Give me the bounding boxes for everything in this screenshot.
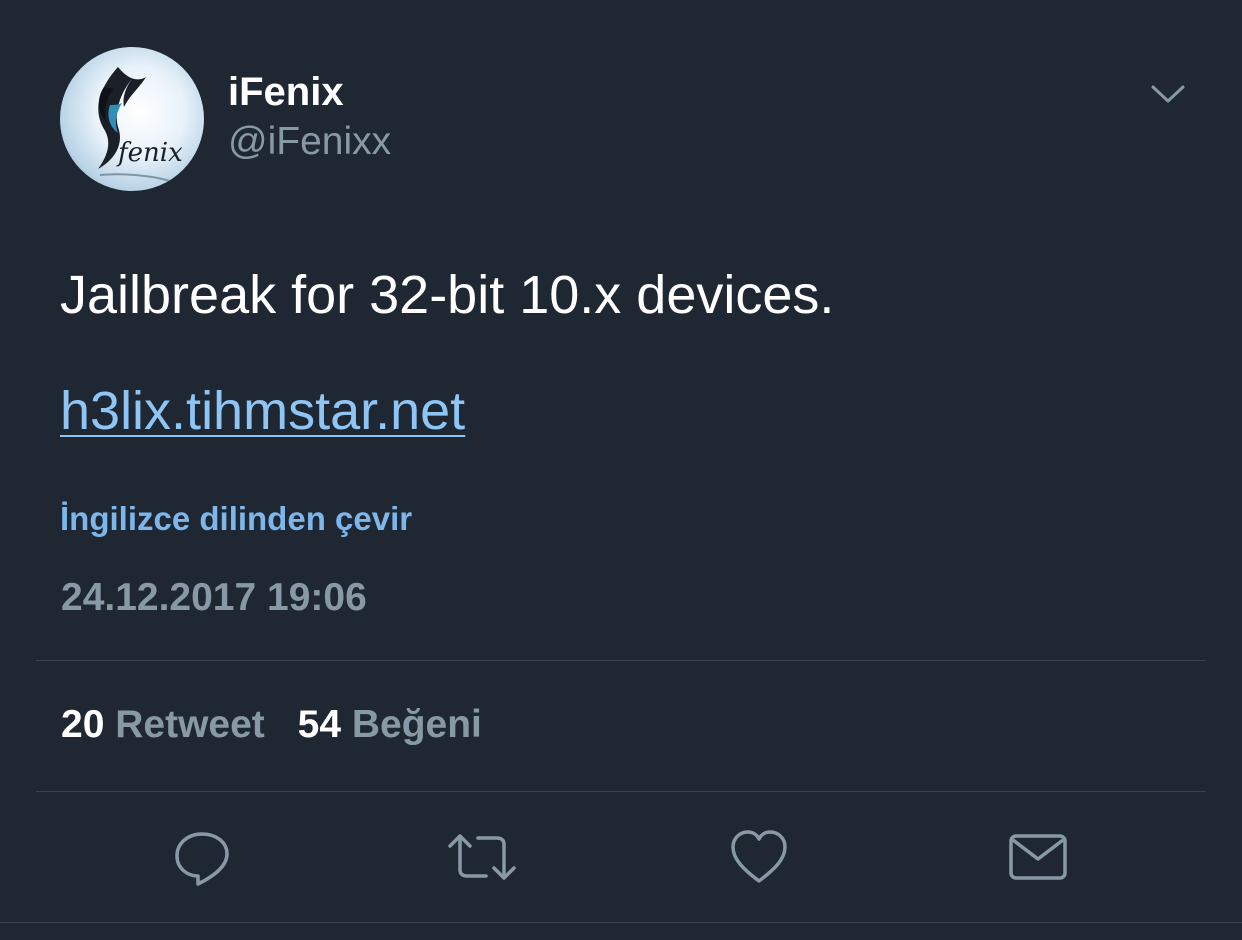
- reply-button[interactable]: [172, 826, 232, 888]
- avatar[interactable]: fenix: [60, 47, 204, 191]
- svg-text:fenix: fenix: [116, 138, 183, 168]
- retweet-count: 20: [61, 703, 105, 746]
- author-display-name[interactable]: iFenix: [228, 68, 344, 116]
- reply-icon: [175, 832, 229, 886]
- envelope-icon: [1009, 834, 1067, 880]
- divider: [0, 922, 1242, 923]
- retweet-label: Retweet: [115, 703, 265, 746]
- retweet-stat[interactable]: 20 Retweet: [61, 701, 265, 749]
- heart-icon: [731, 830, 787, 883]
- tweet-text: Jailbreak for 32-bit 10.x devices.: [60, 265, 835, 325]
- author-handle[interactable]: @iFenixx: [228, 118, 391, 166]
- tweet-link[interactable]: h3lix.tihmstar.net: [60, 378, 465, 444]
- more-options-button[interactable]: [1150, 80, 1186, 108]
- like-label: Beğeni: [351, 703, 482, 746]
- divider: [36, 660, 1206, 661]
- divider: [36, 791, 1206, 792]
- tweet-stats: 20 Retweet 54 Beğeni: [61, 701, 482, 749]
- direct-message-button[interactable]: [1008, 826, 1068, 888]
- tweet-detail: fenix iFenix @iFenixx Jailbreak for 32-b…: [0, 0, 1242, 940]
- tweet-timestamp: 24.12.2017 19:06: [61, 576, 367, 619]
- retweet-button[interactable]: [448, 826, 516, 888]
- like-button[interactable]: [729, 826, 789, 888]
- translate-tweet-link[interactable]: İngilizce dilinden çevir: [60, 498, 412, 540]
- chevron-down-icon: [1151, 85, 1185, 103]
- retweet-icon: [448, 834, 516, 880]
- like-stat[interactable]: 54 Beğeni: [298, 701, 482, 749]
- like-count: 54: [297, 703, 342, 746]
- phoenix-logo-icon: fenix: [98, 67, 183, 182]
